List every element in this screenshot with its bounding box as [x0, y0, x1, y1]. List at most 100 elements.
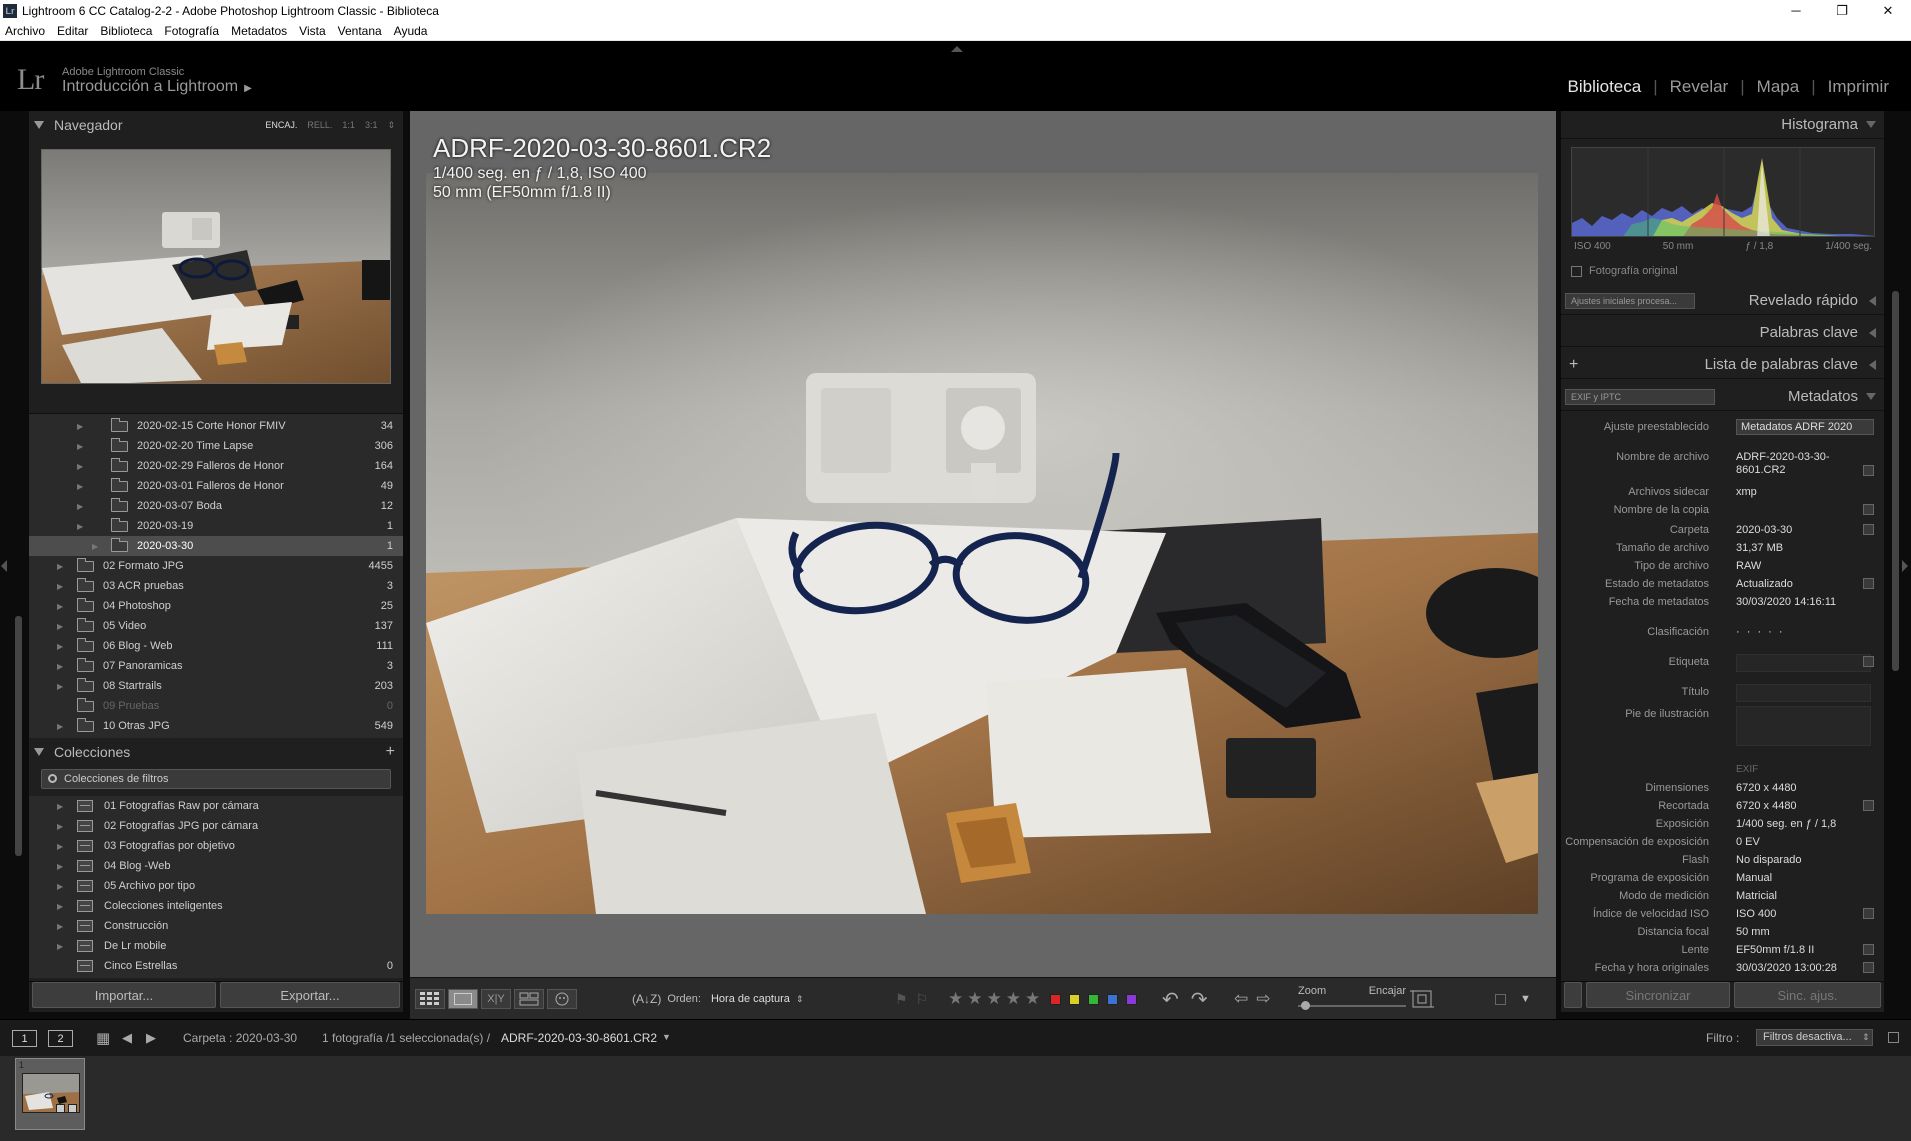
- zoom-slider[interactable]: [1298, 1005, 1406, 1007]
- flag-reject-icon[interactable]: ⚐: [916, 991, 929, 1008]
- next-photo-icon[interactable]: ⇨: [1256, 989, 1270, 1009]
- quick-develop-header[interactable]: Ajustes iniciales procesa... Revelado rá…: [1561, 287, 1884, 315]
- rating-stars[interactable]: ★★★★★: [948, 988, 1044, 1010]
- folder-row-selected[interactable]: ▶ 2020-03-30 1: [29, 536, 403, 556]
- metadata-preset-select[interactable]: Metadatos ADRF 2020: [1736, 419, 1874, 435]
- zoom-more-icon[interactable]: ⇕: [387, 120, 395, 131]
- folder-row[interactable]: ▶ 02 Formato JPG 4455: [29, 556, 403, 576]
- rotate-left-icon[interactable]: ↶: [1162, 987, 1179, 1012]
- disclosure-right-icon[interactable]: ▶: [57, 842, 63, 851]
- toolbar-option-icon[interactable]: [1495, 993, 1506, 1005]
- folder-row[interactable]: ▶ 03 ACR pruebas 3: [29, 576, 403, 596]
- menu-ventana[interactable]: Ventana: [338, 24, 382, 38]
- color-label-red[interactable]: [1050, 993, 1061, 1005]
- collapse-right-panel-icon[interactable]: [1902, 560, 1908, 572]
- disclosure-right-icon[interactable]: ▶: [77, 422, 83, 431]
- disclosure-right-icon[interactable]: ▶: [57, 562, 63, 571]
- filmstrip-filename[interactable]: ADRF-2020-03-30-8601.CR2: [501, 1031, 657, 1045]
- disclosure-right-icon[interactable]: ▶: [57, 822, 63, 831]
- main-photo[interactable]: [426, 173, 1538, 914]
- histogram[interactable]: [1571, 147, 1875, 237]
- disclosure-right-icon[interactable]: ▶: [57, 622, 63, 631]
- zoom-1-1-option[interactable]: 1:1: [342, 120, 355, 131]
- metadata-edit-icon[interactable]: [1863, 656, 1874, 667]
- collection-set-row[interactable]: ▶ 01 Fotografías Raw por cámara: [29, 796, 403, 816]
- menu-vista[interactable]: Vista: [299, 24, 325, 38]
- folder-row[interactable]: ▶ 2020-03-01 Falleros de Honor 49: [29, 476, 403, 496]
- zoom-3-1-option[interactable]: 3:1: [365, 120, 378, 131]
- import-button[interactable]: Importar...: [32, 982, 216, 1008]
- title-field[interactable]: [1736, 684, 1871, 702]
- menu-metadatos[interactable]: Metadatos: [231, 24, 287, 38]
- filmstrip-file-arrow-icon[interactable]: ▼: [662, 1032, 671, 1042]
- folder-row[interactable]: ▶ 2020-02-20 Time Lapse 306: [29, 436, 403, 456]
- folder-row[interactable]: ▶ 06 Blog - Web 111: [29, 636, 403, 656]
- collapse-left-panel-icon[interactable]: [1, 560, 7, 572]
- loupe-view-button[interactable]: [448, 989, 478, 1009]
- survey-view-button[interactable]: [514, 989, 544, 1009]
- filter-lock-icon[interactable]: [1888, 1032, 1899, 1043]
- color-label-yellow[interactable]: [1069, 993, 1080, 1005]
- zoom-fill-option[interactable]: RELL.: [307, 120, 332, 131]
- zoom-fit-option[interactable]: ENCAJ.: [265, 120, 297, 131]
- disclosure-right-icon[interactable]: ▶: [57, 722, 63, 731]
- grid-view-button[interactable]: [415, 989, 445, 1009]
- zoom-slider-handle[interactable]: [1301, 1001, 1310, 1010]
- folder-row[interactable]: ▶ 05 Video 137: [29, 616, 403, 636]
- quick-develop-preset-select[interactable]: Ajustes iniciales procesa...: [1565, 293, 1695, 309]
- sync-button[interactable]: Sincronizar: [1586, 982, 1730, 1008]
- disclosure-right-icon[interactable]: ▶: [57, 942, 63, 951]
- disclosure-right-icon[interactable]: ▶: [77, 522, 83, 531]
- crop-overlay-button[interactable]: [1410, 988, 1434, 1010]
- filmstrip-thumbnail[interactable]: 1: [15, 1058, 85, 1130]
- folder-row[interactable]: 09 Pruebas 0: [29, 696, 403, 716]
- menu-editar[interactable]: Editar: [57, 24, 88, 38]
- caption-field[interactable]: [1736, 706, 1871, 746]
- toolbar-menu-icon[interactable]: ▼: [1520, 993, 1531, 1005]
- module-revelar[interactable]: Revelar: [1670, 77, 1729, 97]
- close-button[interactable]: ✕: [1865, 0, 1911, 21]
- second-window-button[interactable]: 2: [48, 1030, 73, 1047]
- disclosure-right-icon[interactable]: ▶: [77, 482, 83, 491]
- loupe-view[interactable]: ADRF-2020-03-30-8601.CR2 1/400 seg. en ƒ…: [410, 111, 1556, 977]
- menu-fotografia[interactable]: Fotografía: [164, 24, 219, 38]
- disclosure-right-icon[interactable]: ▶: [57, 922, 63, 931]
- color-label-purple[interactable]: [1126, 993, 1137, 1005]
- left-panel-scrollbar[interactable]: [15, 616, 22, 856]
- auto-sync-toggle[interactable]: [1564, 982, 1582, 1008]
- folder-row[interactable]: ▶ 2020-03-07 Boda 12: [29, 496, 403, 516]
- folder-row[interactable]: ▶ 2020-02-29 Falleros de Honor 164: [29, 456, 403, 476]
- collection-set-row[interactable]: ▶ De Lr mobile: [29, 936, 403, 956]
- go-to-folder-icon[interactable]: [1863, 524, 1874, 535]
- disclosure-right-icon[interactable]: ▶: [57, 662, 63, 671]
- crop-tool-icon[interactable]: [1863, 800, 1874, 811]
- metadata-header[interactable]: EXIF y IPTC Metadatos: [1561, 383, 1884, 411]
- module-biblioteca[interactable]: Biblioteca: [1568, 77, 1642, 97]
- grid-icon[interactable]: ▦: [96, 1029, 110, 1047]
- collections-header[interactable]: Colecciones +: [29, 740, 403, 764]
- folder-row[interactable]: ▶ 2020-02-15 Corte Honor FMIV 34: [29, 416, 403, 436]
- disclosure-right-icon[interactable]: ▶: [77, 502, 83, 511]
- sync-settings-button[interactable]: Sinc. ajus.: [1734, 982, 1881, 1008]
- folder-row[interactable]: ▶ 04 Photoshop 25: [29, 596, 403, 616]
- filter-select-arrow-icon[interactable]: ⇕: [1862, 1032, 1870, 1043]
- metadata-set-select[interactable]: EXIF y IPTC: [1565, 389, 1715, 405]
- color-label-green[interactable]: [1088, 993, 1099, 1005]
- filter-select[interactable]: Filtros desactiva...: [1756, 1029, 1873, 1046]
- flag-pick-icon[interactable]: ⚑: [895, 991, 908, 1008]
- metadata-edit-icon[interactable]: [1863, 504, 1874, 515]
- add-keyword-icon[interactable]: +: [1569, 356, 1578, 374]
- maximize-button[interactable]: ❐: [1819, 0, 1865, 21]
- export-button[interactable]: Exportar...: [220, 982, 400, 1008]
- collection-set-row[interactable]: ▶ Colecciones inteligentes: [29, 896, 403, 916]
- collection-set-row[interactable]: ▶ Construcción: [29, 916, 403, 936]
- catalog-name[interactable]: Introducción a Lightroom ▶: [62, 78, 252, 96]
- folder-row[interactable]: ▶ 07 Panoramicas 3: [29, 656, 403, 676]
- metadata-status-icon[interactable]: [1863, 578, 1874, 589]
- disclosure-right-icon[interactable]: ▶: [57, 682, 63, 691]
- sort-select[interactable]: Hora de captura: [711, 993, 790, 1005]
- color-label-blue[interactable]: [1107, 993, 1118, 1005]
- metadata-edit-icon[interactable]: [1863, 465, 1874, 476]
- navigator-preview[interactable]: [41, 149, 391, 384]
- original-photo-checkbox[interactable]: Fotografía original: [1571, 265, 1678, 277]
